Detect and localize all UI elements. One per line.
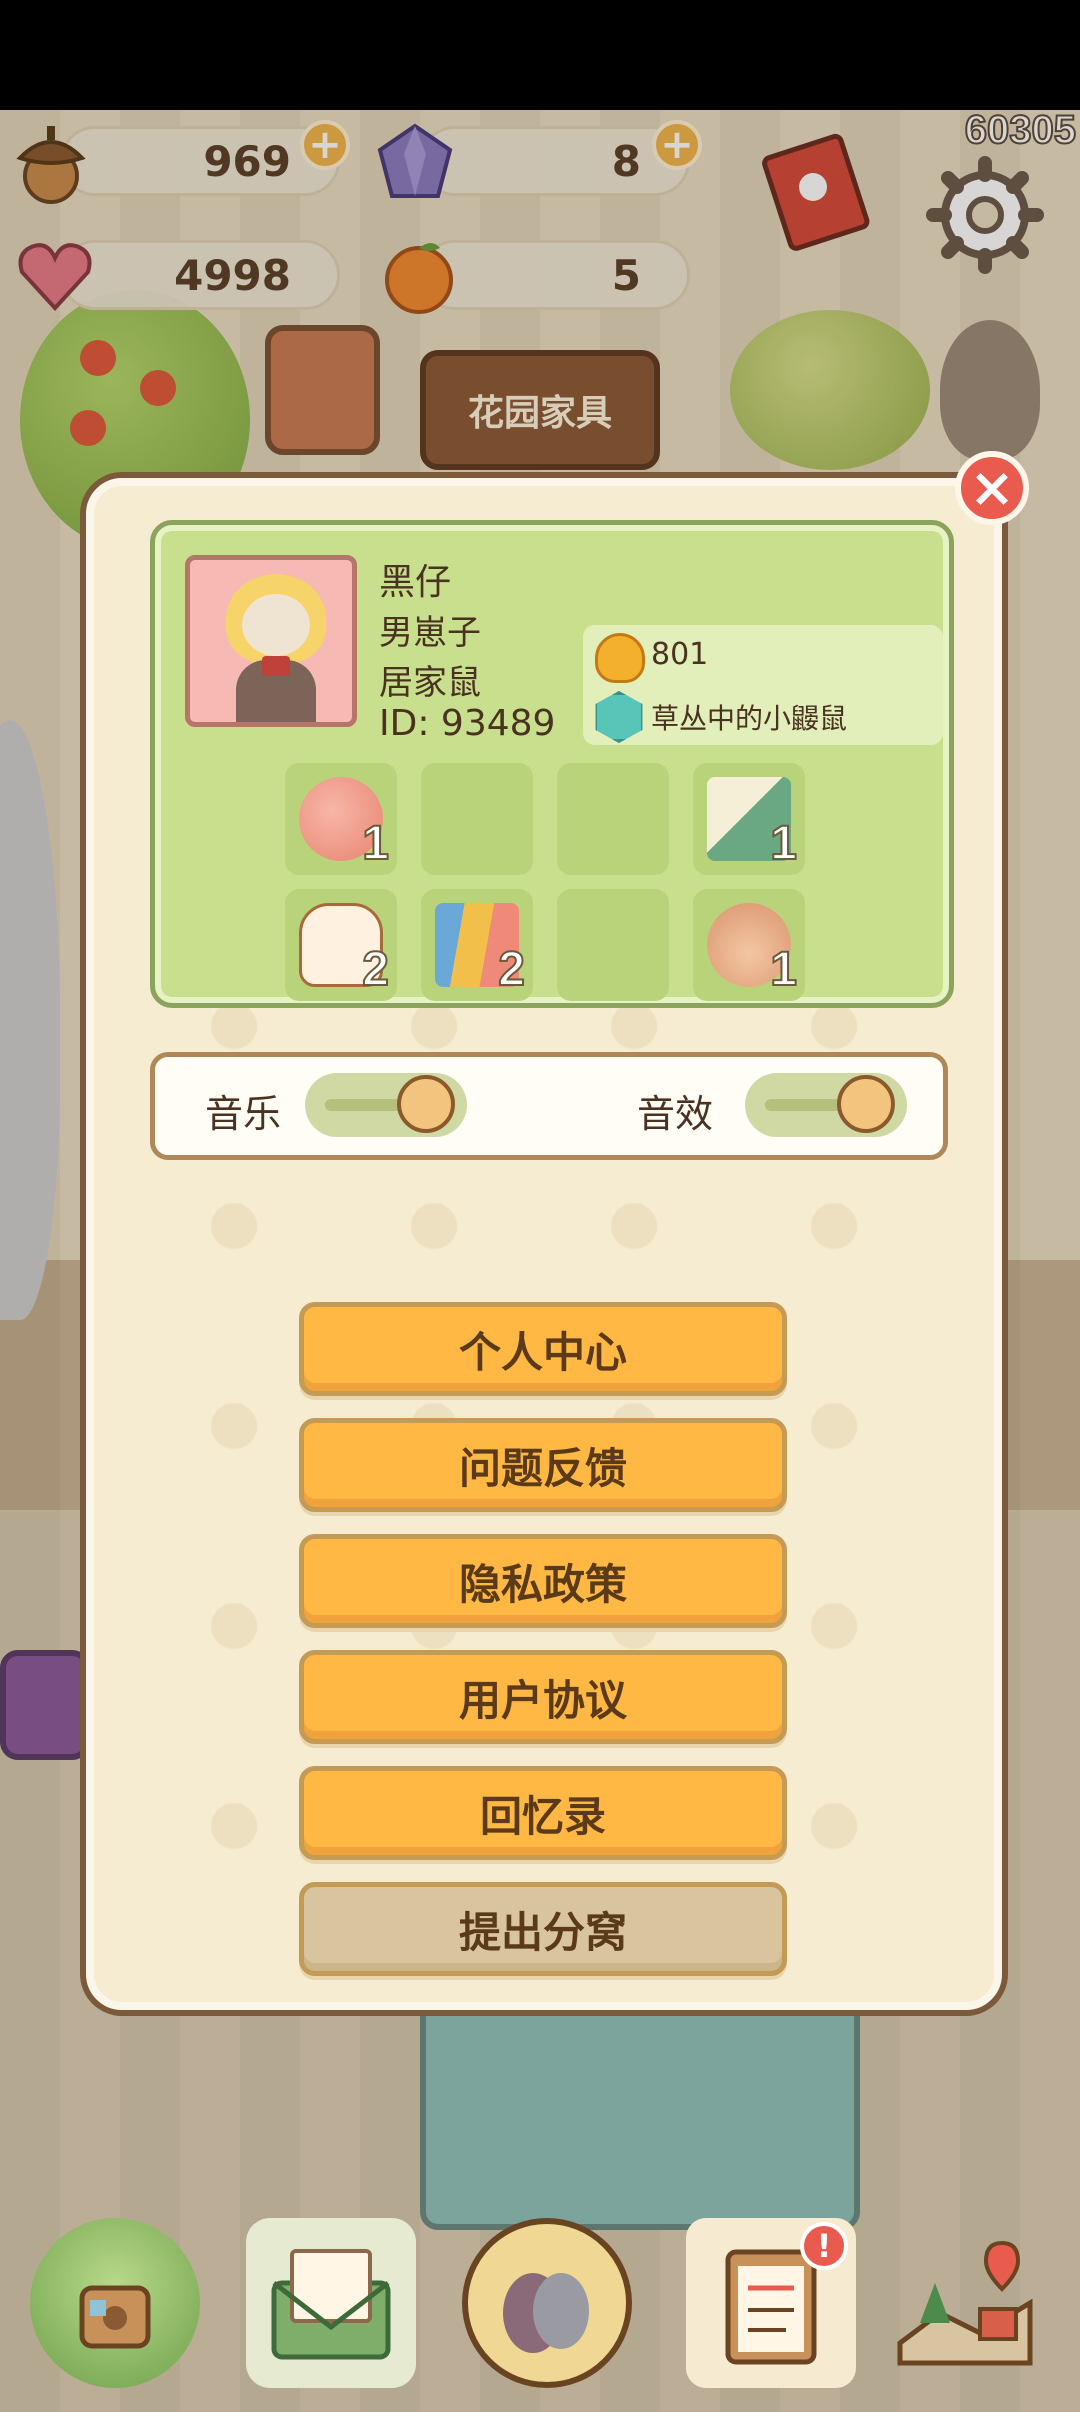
- music-toggle-knob[interactable]: [397, 1075, 455, 1133]
- map-icon: [897, 2240, 1033, 2366]
- music-label: 音乐: [205, 1092, 282, 1136]
- profile-settings-dialog: 黑仔 男崽子 居家鼠 ID: 93489 801 草丛中的小鼹鼠 1 1 2 2…: [86, 478, 1002, 2010]
- user-agreement-button[interactable]: 用户协议: [299, 1650, 787, 1744]
- memories-button[interactable]: 回忆录: [299, 1766, 787, 1860]
- bell-count: 801: [651, 637, 709, 672]
- home-button[interactable]: [30, 2218, 200, 2388]
- leave-nest-button[interactable]: 提出分窝: [299, 1882, 787, 1976]
- profile-card: 黑仔 男崽子 居家鼠 ID: 93489 801 草丛中的小鼹鼠 1 1 2 2…: [150, 520, 954, 1008]
- music-toggle[interactable]: [305, 1073, 467, 1137]
- inventory-slot[interactable]: 1: [285, 763, 397, 875]
- item-count: 2: [497, 942, 526, 997]
- sfx-label: 音效: [637, 1092, 714, 1136]
- feedback-button[interactable]: 问题反馈: [299, 1418, 787, 1512]
- inventory-slot[interactable]: [421, 763, 533, 875]
- mail-button[interactable]: [246, 2218, 416, 2388]
- privacy-policy-button[interactable]: 隐私政策: [299, 1534, 787, 1628]
- item-count: 1: [361, 816, 390, 871]
- player-id: ID: 93489: [379, 703, 556, 744]
- audio-settings-row: 音乐 音效: [150, 1052, 948, 1160]
- characters-button[interactable]: [462, 2218, 632, 2388]
- sfx-toggle[interactable]: [745, 1073, 907, 1137]
- inventory-slot[interactable]: 1: [693, 889, 805, 1001]
- avatar[interactable]: [185, 555, 357, 727]
- house-icon: [79, 2285, 151, 2349]
- badge-title: 草丛中的小鼹鼠: [651, 702, 848, 735]
- player-title: 居家鼠: [379, 663, 481, 703]
- tasks-alert-badge: !: [800, 2222, 848, 2270]
- personal-center-button[interactable]: 个人中心: [299, 1302, 787, 1396]
- item-count: 1: [769, 942, 798, 997]
- close-dialog-button[interactable]: ×: [955, 451, 1029, 525]
- inventory-slot[interactable]: 1: [693, 763, 805, 875]
- envelope-icon: [271, 2249, 391, 2360]
- item-count: 1: [769, 816, 798, 871]
- player-gender: 男崽子: [379, 613, 481, 653]
- sfx-toggle-knob[interactable]: [837, 1075, 895, 1133]
- bottom-navigation: !: [0, 2200, 1080, 2412]
- bell-icon: [595, 633, 645, 683]
- inventory-slot[interactable]: 2: [421, 889, 533, 1001]
- inventory-slot[interactable]: 2: [285, 889, 397, 1001]
- inventory-slot[interactable]: [557, 763, 669, 875]
- map-button[interactable]: [880, 2218, 1050, 2388]
- critters-icon: [503, 2273, 589, 2353]
- inventory-slot[interactable]: [557, 889, 669, 1001]
- player-name: 黑仔: [379, 562, 452, 603]
- status-bar: [0, 0, 1080, 110]
- item-count: 2: [361, 942, 390, 997]
